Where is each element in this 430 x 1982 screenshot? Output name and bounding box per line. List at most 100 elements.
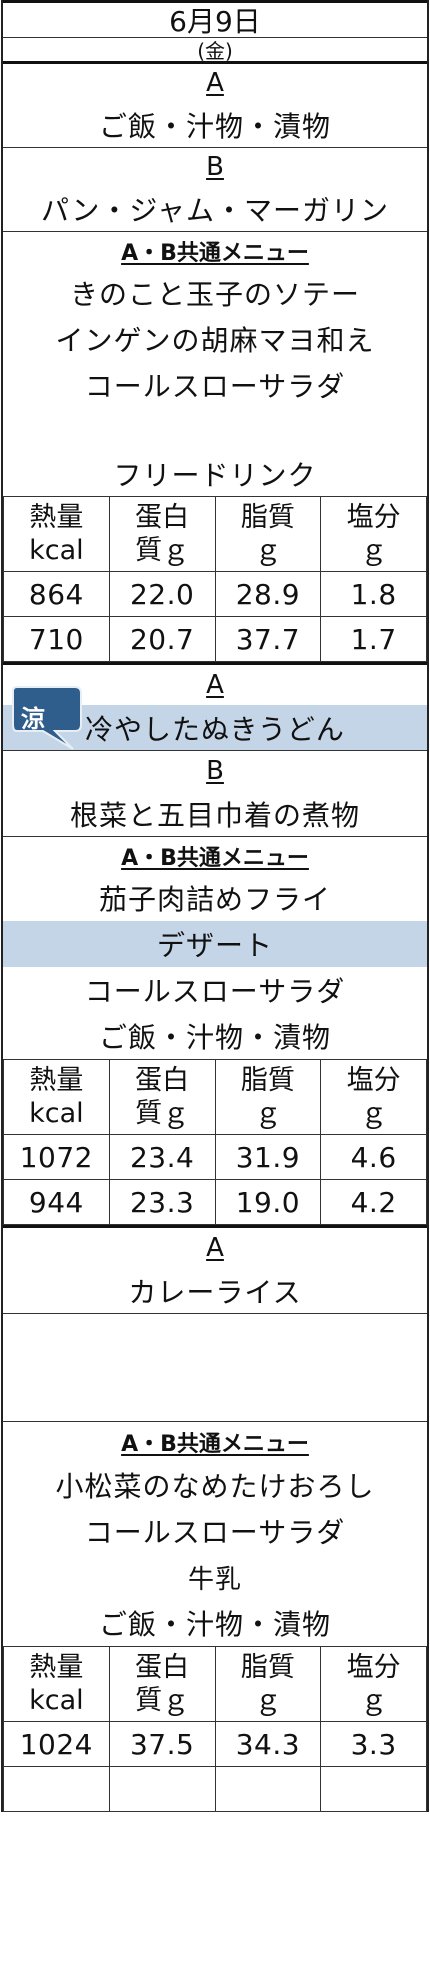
salt-value: 1.8: [320, 571, 427, 617]
common-menu-item: きのこと玉子のソテー: [3, 270, 427, 316]
nutrition-header-salt: 塩分 ｇ: [320, 1059, 427, 1135]
common-menu-item-empty: [3, 408, 427, 452]
common-menu-item-text: コールスローサラダ: [84, 370, 346, 403]
fat-value: [214, 1766, 322, 1812]
date-text: 6月9日: [169, 5, 261, 38]
menu-a-item-text: 冷やしたぬきうどん: [85, 712, 345, 746]
protein-value: [108, 1766, 216, 1812]
common-menu-item-text: ご飯・汁物・漬物: [98, 1608, 331, 1641]
menu-b-label-text: B: [206, 152, 224, 182]
common-menu-item-text: インゲンの胡麻マヨ和え: [55, 324, 375, 357]
nutrition-row-a: 1024 37.5 34.3 3.3: [3, 1721, 427, 1767]
menu-b-label-text: B: [206, 756, 224, 786]
nutrition-row-a: 1072 23.4 31.9 4.6: [3, 1134, 427, 1180]
energy-value: 1024: [3, 1721, 110, 1767]
menu-b-item-text: パン・ジャム・マーガリン: [40, 193, 389, 227]
menu-a-item-text: ご飯・汁物・漬物: [98, 109, 331, 143]
nutrition-header-energy: 熱量 kcal: [3, 1059, 110, 1135]
salt-value: [320, 1766, 427, 1812]
menu-a-item: ご飯・汁物・漬物: [3, 102, 427, 148]
protein-value: 22.0: [108, 571, 216, 617]
common-menu-label: A・B共通メニュー: [3, 837, 427, 875]
common-menu-item: 牛乳: [3, 1554, 427, 1600]
fat-value: 31.9: [214, 1134, 322, 1180]
weekday-cell: (金): [3, 38, 427, 64]
common-menu-item-text: ご飯・汁物・漬物: [98, 1021, 331, 1054]
nutrition-header-protein: 蛋白 質ｇ: [108, 496, 216, 572]
common-menu-label-text: A・B共通メニュー: [121, 241, 309, 266]
nutrition-header-fat: 脂質 ｇ: [214, 1059, 322, 1135]
nutrition-table-2: 熱量 kcal 蛋白 質ｇ 脂質 ｇ 塩分 ｇ 1072 23.4 31.9 4…: [3, 1059, 427, 1228]
menu-sheet: 6月9日 (金) A ご飯・汁物・漬物 B パン・ジャム・マーガリン A・B共通…: [1, 0, 429, 1812]
common-menu-item: ご飯・汁物・漬物: [3, 1013, 427, 1059]
menu-a-label: A: [3, 64, 427, 102]
common-menu-item: 茄子肉詰めフライ: [3, 875, 427, 921]
fat-value: 34.3: [214, 1721, 322, 1767]
menu-b-item-text: 根菜と五目巾着の煮物: [69, 798, 360, 832]
common-menu-item-text: 茄子肉詰めフライ: [98, 883, 331, 916]
salt-value: 3.3: [320, 1721, 427, 1767]
nutrition-table-3: 熱量 kcal 蛋白 質ｇ 脂質 ｇ 塩分 ｇ 1024 37.5 34.3 3…: [3, 1646, 427, 1812]
date-cell: 6月9日: [3, 0, 427, 38]
common-menu-item-text: 小松菜のなめたけおろし: [55, 1470, 375, 1503]
energy-value: 864: [3, 571, 110, 617]
salt-value: 4.6: [320, 1134, 427, 1180]
protein-value: 20.7: [108, 616, 216, 662]
nutrition-header-energy: 熱量 kcal: [3, 496, 110, 572]
common-menu-label: A・B共通メニュー: [3, 1422, 427, 1462]
common-menu-item: インゲンの胡麻マヨ和え: [3, 316, 427, 362]
common-menu-item: コールスローサラダ: [3, 1508, 427, 1554]
common-menu-item: フリードリンク: [3, 452, 427, 496]
nutrition-header-protein: 蛋白 質ｇ: [108, 1059, 216, 1135]
menu-a-label-text: A: [206, 670, 224, 700]
section-2: A 冷やしたぬきうどん 涼 B 根菜と五目巾着の煮物 A・B共通メニュー 茄子肉…: [3, 665, 427, 1228]
protein-value: 23.4: [108, 1134, 216, 1180]
nutrition-header-fat: 脂質 ｇ: [214, 496, 322, 572]
badge-text: 涼: [21, 705, 45, 733]
common-menu-item: 小松菜のなめたけおろし: [3, 1462, 427, 1508]
menu-a-label-text: A: [206, 68, 224, 98]
menu-b-item: パン・ジャム・マーガリン: [3, 186, 427, 232]
menu-a-label: A: [3, 1228, 427, 1268]
protein-value: 37.5: [108, 1721, 216, 1767]
protein-value: 23.3: [108, 1179, 216, 1225]
menu-b-empty: [3, 1314, 427, 1422]
salt-value: 4.2: [320, 1179, 427, 1225]
nutrition-header-protein: 蛋白 質ｇ: [108, 1646, 216, 1722]
nutrition-row-b-empty: [3, 1766, 427, 1812]
common-menu-item-text: 牛乳: [187, 1564, 242, 1595]
menu-b-label: B: [3, 148, 427, 186]
energy-value: [3, 1766, 110, 1812]
common-menu-item-highlighted: デザート: [3, 921, 427, 967]
menu-a-item-text: カレーライス: [128, 1275, 302, 1309]
common-menu-label: A・B共通メニュー: [3, 232, 427, 270]
menu-a-item: カレーライス: [3, 1268, 427, 1314]
menu-a-label-text: A: [206, 1233, 224, 1263]
cool-badge-icon: [12, 686, 82, 750]
common-menu-label-text: A・B共通メニュー: [121, 1432, 309, 1457]
fat-value: 37.7: [214, 616, 322, 662]
common-menu-item: ご飯・汁物・漬物: [3, 1600, 427, 1646]
menu-b-item: 根菜と五目巾着の煮物: [3, 791, 427, 837]
fat-value: 19.0: [214, 1179, 322, 1225]
nutrition-header-fat: 脂質 ｇ: [214, 1646, 322, 1722]
common-menu-item-text: コールスローサラダ: [84, 1516, 346, 1549]
common-menu-item-text: フリードリンク: [113, 459, 317, 492]
fat-value: 28.9: [214, 571, 322, 617]
nutrition-header-salt: 塩分 ｇ: [320, 1646, 427, 1722]
common-menu-item-text: コールスローサラダ: [84, 975, 346, 1008]
common-menu-item-text: デザート: [156, 929, 273, 962]
common-menu-label-text: A・B共通メニュー: [121, 846, 309, 871]
salt-value: 1.7: [320, 616, 427, 662]
nutrition-row-b: 710 20.7 37.7 1.7: [3, 616, 427, 662]
menu-b-label: B: [3, 751, 427, 791]
nutrition-table-1: 熱量 kcal 蛋白 質ｇ 脂質 ｇ 塩分 ｇ 864 22.0 28.9 1.…: [3, 496, 427, 665]
nutrition-header-salt: 塩分 ｇ: [320, 496, 427, 572]
nutrition-row-b: 944 23.3 19.0 4.2: [3, 1179, 427, 1225]
common-menu-item-text: きのこと玉子のソテー: [69, 278, 360, 311]
energy-value: 710: [3, 616, 110, 662]
common-menu-item: コールスローサラダ: [3, 967, 427, 1013]
common-menu-item: コールスローサラダ: [3, 362, 427, 408]
energy-value: 1072: [3, 1134, 110, 1180]
weekday-text: (金): [197, 39, 233, 63]
